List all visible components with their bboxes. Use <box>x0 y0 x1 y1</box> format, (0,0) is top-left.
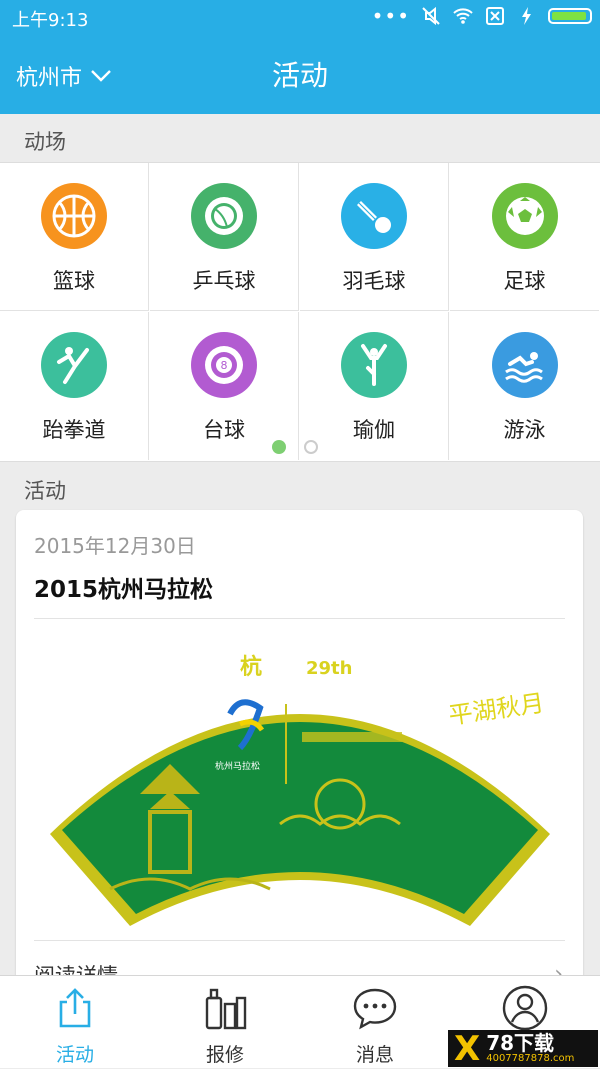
svg-text:8: 8 <box>221 359 228 372</box>
profile-icon <box>502 985 548 1031</box>
activity-title: 2015杭州马拉松 <box>34 577 214 603</box>
activity-banner-image: 杭 29th 杭州马拉松 平湖秋月 <box>50 654 550 926</box>
sport-item-soccer[interactable]: 足球 <box>450 163 599 311</box>
sport-label: 游泳 <box>503 418 546 442</box>
banner-brand: 杭州马拉松 <box>215 760 260 772</box>
sport-label: 跆拳道 <box>42 418 106 442</box>
sport-label: 篮球 <box>53 269 95 293</box>
tab-label: 活动 <box>55 1044 94 1066</box>
page-title: 活动 <box>271 59 328 92</box>
tab-label: 消息 <box>355 1044 394 1066</box>
tab-repair[interactable]: 报修 <box>150 976 300 1068</box>
battery-icon <box>548 8 592 24</box>
activity-date: 2015年12月30日 <box>34 534 196 558</box>
share-icon <box>59 988 91 1028</box>
status-icons: ••• <box>372 4 592 28</box>
site-watermark: X 78下载 4007787878.com <box>448 1028 598 1069</box>
sport-item-pingpong[interactable]: 乒乓球 <box>150 163 299 311</box>
watermark-brand: 78下载 <box>486 1030 555 1055</box>
mute-icon <box>422 6 440 26</box>
message-bubble-icon <box>353 988 397 1030</box>
sport-item-yoga[interactable]: 瑜伽 <box>300 312 449 460</box>
repair-bottles-icon <box>205 988 247 1030</box>
yoga-icon <box>341 332 407 398</box>
taekwondo-icon <box>41 332 107 398</box>
wifi-icon <box>453 8 473 24</box>
page-dot-2[interactable] <box>304 440 318 454</box>
activities-section-title: 活动 <box>24 479 66 503</box>
pingpong-icon <box>191 183 257 249</box>
soccer-icon <box>491 183 558 249</box>
svg-text:杭: 杭 <box>240 654 262 680</box>
no-sim-icon <box>486 7 504 25</box>
more-dots-icon: ••• <box>371 4 410 28</box>
sport-item-swimming[interactable]: 游泳 <box>450 312 599 460</box>
divider <box>34 940 565 941</box>
banner-edition: 29th <box>306 658 352 679</box>
tab-label: 报修 <box>205 1044 244 1066</box>
badminton-icon <box>341 183 407 249</box>
basketball-icon <box>41 183 107 249</box>
tab-messages[interactable]: 消息 <box>300 976 450 1068</box>
divider <box>34 618 565 619</box>
sport-label: 羽毛球 <box>342 269 406 293</box>
sports-grid: 篮球 乒乓球 羽毛球 足球 跆拳道 8 台球 瑜伽 游泳 <box>0 162 600 462</box>
activity-card[interactable]: 2015年12月30日 2015杭州马拉松 杭 29th 杭州马拉松 平湖秋月 … <box>16 510 583 990</box>
sport-label: 足球 <box>503 269 546 293</box>
nav-bar: 杭州市 活动 <box>0 34 600 114</box>
sport-item-billiards[interactable]: 8 台球 <box>150 312 299 460</box>
page-dot-1[interactable] <box>272 440 286 454</box>
sport-item-basketball[interactable]: 篮球 <box>0 163 149 311</box>
activities-section-header: 活动 <box>0 463 600 511</box>
sport-label: 瑜伽 <box>353 418 395 442</box>
status-time: 上午9:13 <box>12 10 89 31</box>
status-bar: 上午9:13 ••• <box>0 0 600 34</box>
watermark-logo-icon: X <box>454 1028 481 1069</box>
sport-item-taekwondo[interactable]: 跆拳道 <box>0 312 149 460</box>
sport-item-badminton[interactable]: 羽毛球 <box>300 163 449 311</box>
watermark-site: 4007787878.com <box>486 1052 575 1064</box>
sport-label: 乒乓球 <box>192 269 256 293</box>
tab-activity[interactable]: 活动 <box>0 976 150 1068</box>
billiards-icon: 8 <box>191 332 257 398</box>
page-indicator <box>272 440 318 454</box>
banner-motto: 平湖秋月 <box>447 689 546 730</box>
venues-section-title: 动场 <box>24 130 66 154</box>
charging-icon <box>522 7 531 25</box>
venues-section-header: 动场 <box>0 114 600 162</box>
swimming-icon <box>491 332 558 398</box>
